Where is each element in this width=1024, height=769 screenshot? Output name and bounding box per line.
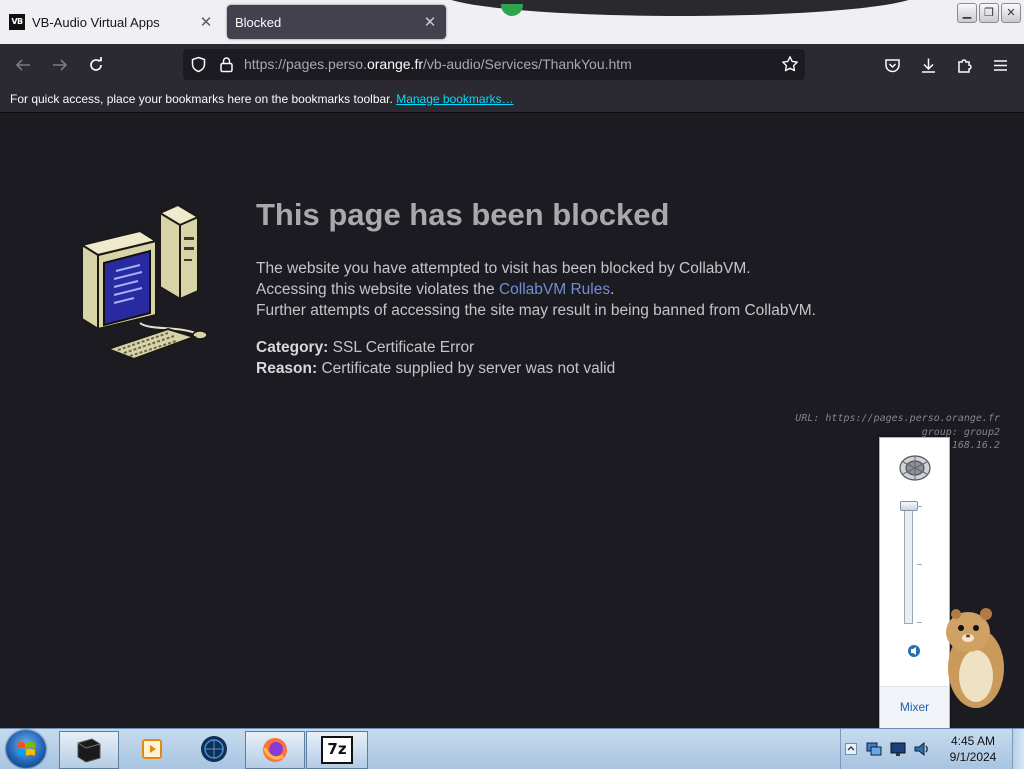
back-button[interactable] [8, 50, 38, 80]
page-title: This page has been blocked [256, 197, 670, 232]
vb-audio-icon: VB [9, 14, 25, 30]
reload-button[interactable] [81, 50, 111, 80]
url-domain: orange.fr [366, 56, 424, 72]
close-tab-icon[interactable]: ✕ [196, 12, 216, 32]
mute-toggle-icon[interactable] [906, 643, 922, 659]
clock-date: 9/1/2024 [949, 750, 997, 764]
hamburger-menu-icon [993, 59, 1007, 71]
reason-row: Reason: Certificate supplied by server w… [256, 358, 615, 379]
download-icon [921, 58, 935, 73]
taskbar-firefox[interactable] [245, 731, 305, 769]
url-text[interactable]: https://pages.perso.orange.fr/vb-audio/S… [244, 49, 632, 80]
reason-value: Certificate supplied by server was not v… [321, 360, 616, 377]
display-icon [890, 742, 906, 756]
taskbar-7zip[interactable]: 7z [306, 731, 368, 769]
volume-popup: Mixer [879, 437, 950, 729]
tray-separator [840, 729, 841, 769]
7zip-icon-text: 7z [327, 740, 347, 758]
category-row: Category: SSL Certificate Error [256, 337, 615, 358]
network-icon [866, 742, 882, 756]
tab-label: Blocked [235, 14, 282, 30]
taskbar-media-player[interactable] [124, 731, 182, 767]
page-content: This page has been blocked The website y… [0, 113, 1024, 728]
close-tab-icon[interactable]: ✕ [420, 12, 440, 32]
clock-time: 4:45 AM [950, 734, 996, 748]
reason-label: Reason: [256, 360, 318, 377]
rules-suffix-text: . [610, 281, 615, 298]
hamster-overlay-image [946, 608, 1004, 708]
volume-slider-track[interactable] [904, 506, 913, 624]
rules-prefix-text: Accessing this website violates the [256, 281, 499, 298]
volume-tick [917, 564, 922, 565]
category-label: Category: [256, 339, 329, 356]
lock-icon[interactable] [219, 56, 234, 73]
manage-bookmarks-link[interactable]: Manage bookmarks… [396, 92, 513, 106]
firefox-icon [263, 738, 287, 762]
close-window-button[interactable]: ✕ [1001, 3, 1021, 23]
show-hidden-icons-button[interactable] [843, 731, 859, 767]
pocket-icon [884, 58, 900, 72]
forward-button[interactable] [45, 50, 75, 80]
url-path: /vb-audio/Services/ThankYou.htm [423, 56, 632, 72]
taskbar-clock[interactable]: 4:45 AM 9/1/2024 [937, 733, 1009, 765]
tab-strip: VB VB-Audio Virtual Apps ✕ Blocked ✕ ▁ ❐… [0, 0, 1024, 44]
titlebar-decoration-dot [501, 4, 523, 16]
mixer-strip: Mixer [880, 686, 949, 729]
taskbar-terminal[interactable] [59, 731, 119, 769]
mixer-link[interactable]: Mixer [880, 687, 949, 729]
reload-icon [90, 57, 102, 71]
url-prefix: https://pages.perso. [244, 56, 367, 72]
pocket-button[interactable] [877, 50, 907, 80]
chevron-up-icon [845, 743, 857, 755]
computer-illustration [79, 205, 208, 361]
volume-slider-thumb[interactable] [900, 501, 918, 511]
volume-tick [917, 622, 922, 623]
puzzle-icon [957, 58, 972, 73]
tray-display[interactable] [888, 731, 908, 767]
tray-network[interactable] [864, 731, 884, 767]
bookmarks-toolbar: For quick access, place your bookmarks h… [0, 86, 1024, 113]
meta-url: URL: https://pages.perso.orange.fr [795, 413, 1000, 424]
downloads-button[interactable] [913, 50, 943, 80]
shield-icon[interactable] [190, 56, 207, 73]
taskbar: 7z 4:45 AM 9/1/2024 [0, 728, 1024, 769]
tab-blocked[interactable]: Blocked ✕ [227, 5, 446, 39]
category-value: SSL Certificate Error [332, 339, 475, 356]
blocked-message: The website you have attempted to visit … [256, 258, 816, 321]
start-button[interactable] [6, 730, 46, 768]
tab-label: VB-Audio Virtual Apps [32, 14, 160, 30]
extensions-button[interactable] [949, 50, 979, 80]
volume-icon [914, 741, 928, 757]
menu-button[interactable] [985, 50, 1015, 80]
media-player-icon [142, 739, 162, 759]
taskbar-globe[interactable] [185, 731, 243, 767]
back-arrow-icon [15, 59, 30, 71]
tray-volume[interactable] [911, 731, 933, 767]
7zip-icon: 7z [321, 736, 353, 764]
blocked-message-line: Accessing this website violates the Coll… [256, 279, 816, 300]
navigation-toolbar: https://pages.perso.orange.fr/vb-audio/S… [0, 44, 1024, 86]
show-desktop-button[interactable] [1012, 729, 1024, 769]
url-bar[interactable]: https://pages.perso.orange.fr/vb-audio/S… [183, 49, 805, 80]
minimize-button[interactable]: ▁ [957, 3, 977, 23]
windows-logo-icon [17, 741, 35, 756]
terminal-app-icon [77, 738, 101, 763]
globe-icon [201, 736, 227, 762]
blocked-message-line: Further attempts of accessing the site m… [256, 302, 816, 319]
bookmarks-hint-text: For quick access, place your bookmarks h… [10, 92, 393, 106]
bookmark-star-icon[interactable] [781, 55, 799, 73]
speaker-device-icon[interactable] [897, 452, 933, 484]
tab-vb-audio[interactable]: VB VB-Audio Virtual Apps ✕ [0, 5, 222, 39]
maximize-button[interactable]: ❐ [979, 3, 999, 23]
collabvm-rules-link[interactable]: CollabVM Rules [499, 281, 610, 298]
volume-tick [917, 506, 922, 507]
forward-arrow-icon [53, 59, 68, 71]
block-details: Category: SSL Certificate Error Reason: … [256, 337, 615, 379]
blocked-message-line: The website you have attempted to visit … [256, 260, 751, 277]
